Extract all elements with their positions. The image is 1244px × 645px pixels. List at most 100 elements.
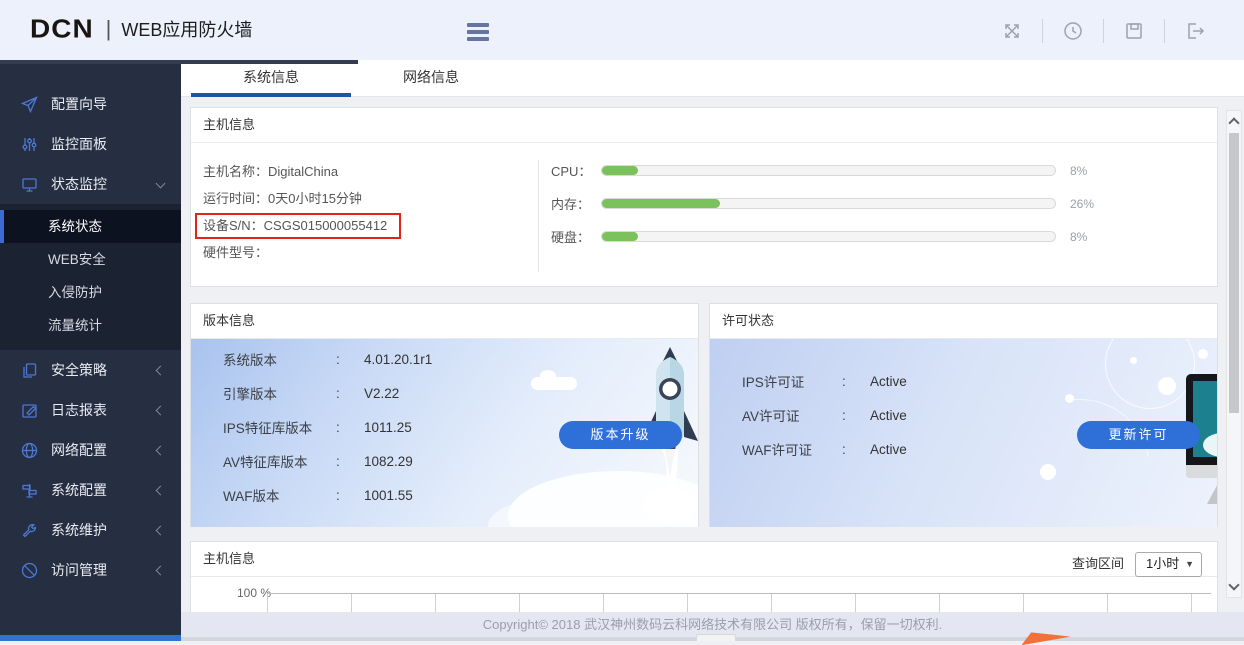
host-field-serial: 设备S/N：CSGS015000055412 [203, 212, 401, 239]
scrollbar-thumb[interactable] [1229, 133, 1239, 413]
icon-divider [1103, 19, 1104, 43]
chevron-left-icon [156, 446, 166, 456]
brand: DCN | WEB应用防火墙 [30, 13, 252, 45]
version-info-panel: 版本信息 系统版本:4.01.20.1r1 引擎版本:V2.22 IPS特征库版… [190, 303, 699, 527]
paper-plane-icon [21, 96, 38, 113]
scroll-down-icon[interactable] [1228, 579, 1239, 590]
header-dark-notch [0, 60, 358, 64]
license-status-panel: 许可状态 IPS许可证:Active AV许可证:Active WAF许可证:A… [709, 303, 1218, 527]
host-field-uptime: 运行时间：0天0小时15分钟 [203, 185, 401, 212]
sidebar-item-label: 配置向导 [51, 94, 107, 114]
resource-gauges: CPU： 8% 内存： 26% 硬盘： 8% [551, 154, 1094, 253]
signpost-icon [21, 482, 38, 499]
memory-percent: 26% [1070, 197, 1094, 211]
chevron-left-icon [156, 366, 166, 376]
sidebar-item-label: 日志报表 [51, 400, 107, 420]
chevron-left-icon [156, 406, 166, 416]
sidebar-item-config-wizard[interactable]: 配置向导 [0, 84, 181, 124]
sidebar-subitem-web-security[interactable]: WEB安全 [0, 243, 181, 276]
cpu-gauge-fill [602, 166, 638, 175]
sidebar-item-system-maintenance[interactable]: 系统维护 [0, 510, 181, 550]
interval-select[interactable]: 1小时 ▼ [1135, 552, 1202, 577]
prohibit-icon [21, 562, 38, 579]
vertical-scrollbar[interactable] [1226, 110, 1242, 598]
host-info-panel-title: 主机信息 [191, 108, 1217, 143]
icon-divider [1164, 19, 1165, 43]
version-row: 系统版本:4.01.20.1r1 [191, 342, 698, 376]
icon-divider [1042, 19, 1043, 43]
sidebar: 配置向导 监控面板 状态监控 系统状态 WEB安全 入侵防护 流量统计 安全策略 [0, 60, 181, 641]
cpu-percent: 8% [1070, 164, 1087, 178]
status-submenu: 系统状态 WEB安全 入侵防护 流量统计 [0, 204, 181, 350]
cpu-gauge-track [601, 165, 1056, 176]
version-upgrade-button[interactable]: 版本升级 [559, 421, 682, 449]
query-interval-label: 查询区间 [1072, 547, 1124, 581]
version-row: WAF版本:1001.55 [191, 478, 698, 512]
save-icon[interactable] [1123, 20, 1145, 42]
dropdown-caret-icon: ▼ [1185, 547, 1194, 581]
chevron-down-icon [156, 179, 166, 189]
sidebar-item-system-config[interactable]: 系统配置 [0, 470, 181, 510]
pages-icon [21, 362, 38, 379]
chevron-left-icon [156, 566, 166, 576]
host-field-name: 主机名称：DigitalChina [203, 158, 401, 185]
sidebar-item-label: 安全策略 [51, 360, 107, 380]
host-field-hardware-model: 硬件型号： [203, 239, 401, 266]
disk-gauge-track [601, 231, 1056, 242]
memory-gauge: 内存： 26% [551, 187, 1094, 220]
host-info-panel: 主机信息 主机名称：DigitalChina 运行时间：0天0小时15分钟 设备… [190, 107, 1218, 287]
version-panel-title: 版本信息 [191, 304, 698, 339]
wrench-icon [21, 522, 38, 539]
chevron-left-icon [156, 526, 166, 536]
sidebar-item-security-policy[interactable]: 安全策略 [0, 350, 181, 390]
sidebar-item-log-reports[interactable]: 日志报表 [0, 390, 181, 430]
sidebar-item-label: 访问管理 [51, 560, 107, 580]
sliders-icon [21, 136, 38, 153]
app-title: WEB应用防火墙 [121, 16, 252, 42]
clock-icon[interactable] [1062, 20, 1084, 42]
y-axis-top-label: 100 % [237, 586, 271, 600]
arrange-arrows-icon[interactable] [1001, 20, 1023, 42]
host-fields: 主机名称：DigitalChina 运行时间：0天0小时15分钟 设备S/N：C… [203, 158, 401, 266]
memory-gauge-fill [602, 199, 720, 208]
disk-gauge: 硬盘： 8% [551, 220, 1094, 253]
sidebar-subitem-traffic-stats[interactable]: 流量统计 [0, 309, 181, 342]
sidebar-item-label: 系统配置 [51, 480, 107, 500]
interval-selected-value: 1小时 [1146, 547, 1185, 581]
chevron-left-icon [156, 486, 166, 496]
dot-decoration [1198, 349, 1208, 359]
bottom-strip-blue [0, 635, 181, 641]
copyright-text: Copyright© 2018 武汉神州数码云科网络技术有限公司 版权所有，保留… [483, 617, 943, 632]
sidebar-item-access-management[interactable]: 访问管理 [0, 550, 181, 590]
sidebar-item-label: 网络配置 [51, 440, 107, 460]
disk-gauge-fill [602, 232, 638, 241]
license-panel-title: 许可状态 [710, 304, 1217, 339]
dcn-logo: DCN [30, 14, 94, 43]
logout-icon[interactable] [1184, 20, 1206, 42]
bottom-illustration-box [696, 634, 736, 641]
vertical-divider [538, 160, 539, 272]
hamburger-menu-icon[interactable] [467, 23, 489, 44]
version-row: AV特征库版本:1082.29 [191, 444, 698, 478]
sidebar-item-label: 系统维护 [51, 520, 107, 540]
version-row: 引擎版本:V2.22 [191, 376, 698, 410]
monitor-stand-illustration [1207, 478, 1217, 504]
edit-icon [21, 402, 38, 419]
sidebar-item-label: 状态监控 [51, 174, 107, 194]
sidebar-item-monitor-panel[interactable]: 监控面板 [0, 124, 181, 164]
scroll-up-icon[interactable] [1228, 117, 1239, 128]
sidebar-item-network-config[interactable]: 网络配置 [0, 430, 181, 470]
license-row: IPS许可证:Active [710, 364, 1217, 398]
tab-network-info[interactable]: 网络信息 [351, 60, 511, 97]
update-license-button[interactable]: 更新许可 [1077, 421, 1200, 449]
sidebar-item-status-monitoring[interactable]: 状态监控 [0, 164, 181, 204]
cpu-gauge: CPU： 8% [551, 154, 1094, 187]
memory-gauge-track [601, 198, 1056, 209]
tab-bar: 系统信息 网络信息 [181, 60, 1244, 97]
sidebar-subitem-system-status[interactable]: 系统状态 [0, 210, 181, 243]
logo-divider: | [106, 16, 112, 42]
sidebar-subitem-intrusion-prevention[interactable]: 入侵防护 [0, 276, 181, 309]
tab-system-info[interactable]: 系统信息 [191, 60, 351, 97]
monitor-icon [21, 176, 38, 193]
serial-highlight-box: 设备S/N：CSGS015000055412 [195, 213, 401, 239]
